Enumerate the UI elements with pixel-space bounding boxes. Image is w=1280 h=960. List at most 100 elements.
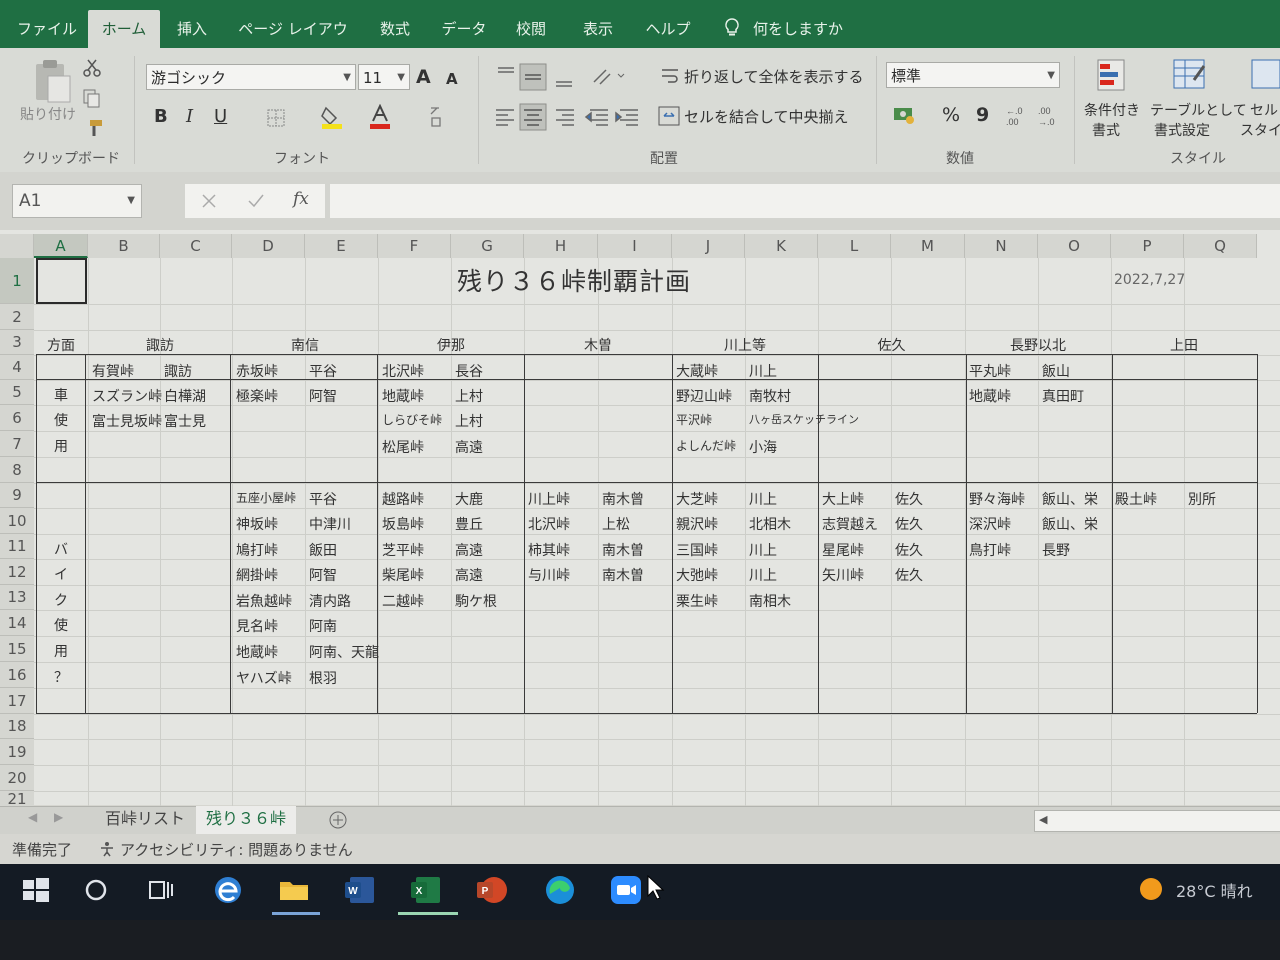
column-header[interactable]: P (1111, 234, 1184, 258)
bold-button[interactable]: B (154, 106, 168, 127)
location-cell[interactable]: 根羽 (309, 668, 337, 688)
location-cell[interactable]: 豊丘 (455, 514, 483, 534)
row-header[interactable]: 14 (0, 610, 34, 636)
column-header[interactable]: D (232, 234, 305, 258)
location-cell[interactable]: 上松 (602, 514, 630, 534)
side-label-cell[interactable]: 使 (34, 410, 88, 430)
insert-function-button[interactable]: fx (293, 189, 309, 209)
row-header[interactable]: 13 (0, 585, 34, 610)
row-header[interactable]: 2 (0, 304, 34, 330)
location-cell[interactable]: 中津川 (309, 514, 351, 534)
side-label-cell[interactable]: バ (34, 539, 88, 559)
borders-icon[interactable] (266, 108, 286, 128)
pass-name-cell[interactable]: よしんだ峠 (676, 437, 736, 454)
conditional-format-button-line2[interactable]: 書式 (1092, 120, 1120, 140)
accounting-format-icon[interactable] (892, 104, 918, 126)
pass-name-cell[interactable]: 二越峠 (382, 591, 424, 611)
location-cell[interactable]: 佐久 (895, 489, 923, 509)
pass-name-cell[interactable]: 柴尾峠 (382, 565, 424, 585)
powerpoint-icon[interactable]: P (474, 872, 510, 908)
task-view-icon[interactable] (142, 872, 178, 908)
pass-name-cell[interactable]: 川上峠 (528, 489, 570, 509)
pass-name-cell[interactable]: 坂島峠 (382, 514, 424, 534)
row-header[interactable]: 8 (0, 457, 34, 483)
pass-name-cell[interactable]: 大上峠 (822, 489, 864, 509)
tab-review[interactable]: 校閲 (506, 10, 556, 48)
edge-icon[interactable] (542, 872, 578, 908)
location-cell[interactable]: 平谷 (309, 361, 337, 381)
tab-insert[interactable]: 挿入 (168, 10, 216, 48)
pass-name-cell[interactable]: 大芝峠 (676, 489, 718, 509)
side-label-cell[interactable]: 車 (34, 385, 88, 405)
row-header[interactable]: 18 (0, 714, 34, 739)
location-cell[interactable]: 諏訪 (164, 361, 192, 381)
pass-name-cell[interactable]: ヤハズ峠 (236, 668, 292, 688)
column-header[interactable]: F (378, 234, 451, 258)
location-cell[interactable]: 平谷 (309, 489, 337, 509)
tab-home[interactable]: ホーム (88, 10, 160, 48)
row-header[interactable]: 7 (0, 431, 34, 457)
font-color-icon[interactable] (368, 104, 392, 130)
location-cell[interactable]: 北相木 (749, 514, 791, 534)
excel-icon[interactable]: X (408, 872, 444, 908)
wrap-text-button[interactable]: 折り返して全体を表示する (684, 66, 864, 87)
group-header-cell[interactable]: 伊那 (378, 335, 524, 355)
side-label-cell[interactable]: ？ (34, 667, 88, 687)
location-cell[interactable]: 高遠 (455, 540, 483, 560)
pass-name-cell[interactable]: 親沢峠 (676, 514, 718, 534)
side-label-cell[interactable]: 用 (34, 641, 88, 661)
pass-name-cell[interactable]: 富士見坂峠 (92, 411, 162, 431)
location-cell[interactable]: 上村 (455, 411, 483, 431)
tab-view[interactable]: 表示 (572, 10, 624, 48)
side-label-cell[interactable]: イ (34, 564, 88, 584)
pass-name-cell[interactable]: 五座小屋峠 (236, 489, 296, 506)
tab-page-layout[interactable]: ページ レイアウト (232, 10, 354, 76)
location-cell[interactable]: 高遠 (455, 437, 483, 457)
windows-start-icon[interactable] (18, 872, 54, 908)
pass-name-cell[interactable]: 栗生峠 (676, 591, 718, 611)
location-cell[interactable]: 南木曽 (602, 565, 644, 585)
location-cell[interactable]: 南木曾 (602, 489, 644, 509)
location-cell[interactable]: 阿智 (309, 386, 337, 406)
wrap-text-icon[interactable] (660, 66, 680, 86)
location-cell[interactable]: 大鹿 (455, 489, 483, 509)
location-cell[interactable]: 富士見 (164, 411, 206, 431)
pass-name-cell[interactable]: 星尾峠 (822, 540, 864, 560)
conditional-format-icon[interactable] (1094, 56, 1134, 96)
pass-name-cell[interactable]: 矢川峠 (822, 565, 864, 585)
column-header[interactable]: H (524, 234, 598, 258)
side-label-cell[interactable]: 用 (34, 436, 88, 456)
pass-name-cell[interactable]: 極楽峠 (236, 386, 278, 406)
row-header[interactable]: 10 (0, 508, 34, 534)
location-cell[interactable]: 阿南、天龍 (309, 642, 379, 662)
location-cell[interactable]: 小海 (749, 437, 777, 457)
percent-style-button[interactable]: % (942, 104, 960, 126)
cell-styles-button-line2[interactable]: スタイル (1240, 120, 1280, 140)
select-all-corner[interactable] (0, 234, 34, 258)
selected-cell-a1[interactable] (36, 258, 87, 304)
pass-name-cell[interactable]: 北沢峠 (382, 361, 424, 381)
row-header[interactable]: 11 (0, 534, 34, 559)
italic-button[interactable]: I (186, 106, 193, 127)
column-header[interactable]: M (891, 234, 965, 258)
location-cell[interactable]: 飯山、栄 (1042, 489, 1098, 509)
row-header[interactable]: 17 (0, 688, 34, 714)
group-header-cell[interactable]: 方面 (34, 335, 88, 355)
pass-name-cell[interactable]: 鳥打峠 (969, 540, 1011, 560)
pass-name-cell[interactable]: 越路峠 (382, 489, 424, 509)
row-header[interactable]: 4 (0, 355, 34, 380)
row-header[interactable]: 15 (0, 636, 34, 662)
pass-name-cell[interactable]: 神坂峠 (236, 514, 278, 534)
location-cell[interactable]: 佐久 (895, 540, 923, 560)
pass-name-cell[interactable]: 有賀峠 (92, 361, 134, 381)
weather-widget[interactable]: 28°C 晴れ (1176, 878, 1253, 902)
location-cell[interactable]: 高遠 (455, 565, 483, 585)
horizontal-align-icons[interactable] (494, 102, 644, 132)
horizontal-scrollbar[interactable]: ◀ (1034, 810, 1280, 832)
column-header[interactable]: O (1038, 234, 1111, 258)
pass-name-cell[interactable]: 大蔵峠 (676, 361, 718, 381)
group-header-cell[interactable]: 上田 (1111, 335, 1257, 355)
pass-name-cell[interactable]: 鳩打峠 (236, 540, 278, 560)
conditional-format-button[interactable]: 条件付き (1084, 100, 1140, 120)
row-header[interactable]: 12 (0, 559, 34, 585)
